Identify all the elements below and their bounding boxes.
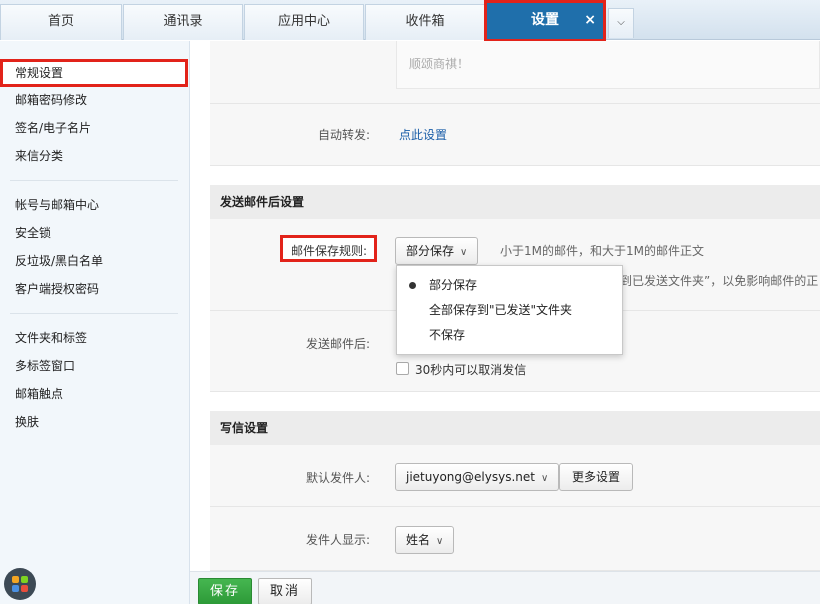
sidebar-item-multi-tab[interactable]: 多标签窗口 bbox=[0, 354, 188, 378]
save-button[interactable]: 保存 bbox=[198, 578, 252, 604]
tab-home[interactable]: 首页 bbox=[0, 4, 122, 40]
sidebar-item-security-lock[interactable]: 安全锁 bbox=[0, 221, 188, 245]
default-sender-select[interactable]: jietuyong@elysys.net ∨ bbox=[395, 463, 560, 491]
auto-forward-label: 自动转发: bbox=[317, 128, 370, 142]
save-rule-label: 邮件保存规则: bbox=[291, 244, 368, 258]
apps-grid-icon[interactable] bbox=[4, 568, 36, 600]
save-rule-value: 部分保存 bbox=[406, 244, 455, 258]
default-sender-value: jietuyong@elysys.net bbox=[406, 470, 535, 484]
save-rule-label-highlight: 邮件保存规则: bbox=[280, 235, 377, 262]
sidebar-item-antispam[interactable]: 反垃圾/黑白名单 bbox=[0, 249, 188, 273]
close-icon[interactable]: × bbox=[584, 2, 596, 38]
dropdown-option-no-save[interactable]: 不保存 bbox=[397, 323, 624, 347]
bottom-action-bar: 保存 取消 bbox=[190, 571, 820, 604]
sidebar-item-general[interactable]: 常规设置 bbox=[0, 59, 188, 87]
tab-label: 应用中心 bbox=[277, 14, 330, 29]
compose-section-title: 写信设置 bbox=[210, 411, 820, 445]
sidebar-item-label: 文件夹和标签 bbox=[15, 331, 88, 345]
sidebar-item-label: 反垃圾/黑白名单 bbox=[15, 254, 104, 268]
chevron-down-icon: ∨ bbox=[436, 536, 444, 547]
more-settings-button[interactable]: 更多设置 bbox=[559, 463, 634, 491]
sidebar-item-skin[interactable]: 换肤 bbox=[0, 410, 188, 434]
default-sender-label: 默认发件人: bbox=[305, 471, 370, 485]
tab-inbox[interactable]: 收件箱 bbox=[365, 4, 485, 40]
sidebar-item-folders-tags[interactable]: 文件夹和标签 bbox=[0, 326, 188, 350]
auto-forward-link[interactable]: 点此设置 bbox=[399, 126, 447, 143]
sidebar-item-label: 邮箱密码修改 bbox=[15, 93, 88, 107]
sidebar-item-account-center[interactable]: 帐号与邮箱中心 bbox=[0, 193, 188, 217]
sidebar-item-label: 安全锁 bbox=[15, 226, 52, 240]
chevron-down-icon: ∨ bbox=[460, 247, 468, 258]
sidebar-item-mail-touch[interactable]: 邮箱触点 bbox=[0, 382, 188, 406]
settings-sidebar: 常规设置 邮箱密码修改 签名/电子名片 来信分类 帐号与邮箱中心 安全锁 反垃圾… bbox=[0, 41, 190, 604]
sidebar-item-client-password[interactable]: 客户端授权密码 bbox=[0, 277, 188, 301]
sidebar-item-label: 多标签窗口 bbox=[15, 359, 76, 373]
tab-label: 设置 bbox=[531, 12, 559, 28]
sidebar-item-label: 邮箱触点 bbox=[15, 387, 64, 401]
top-tab-bar: 首页 通讯录 应用中心 收件箱 设置 × ⌵ bbox=[0, 0, 820, 42]
dropdown-option-save-all[interactable]: 全部保存到"已发送"文件夹 bbox=[397, 298, 624, 322]
signature-preview-box: 顺颂商祺！ bbox=[396, 41, 820, 89]
tab-app-center[interactable]: 应用中心 bbox=[244, 4, 364, 40]
signature-preview-text: 顺颂商祺！ bbox=[409, 57, 470, 71]
chevron-down-icon: ∨ bbox=[540, 473, 549, 484]
sidebar-item-label: 客户端授权密码 bbox=[15, 282, 100, 296]
sender-display-label: 发件人显示: bbox=[305, 533, 370, 547]
sidebar-item-label: 来信分类 bbox=[15, 149, 64, 163]
cancel-button[interactable]: 取消 bbox=[258, 578, 312, 604]
sidebar-divider bbox=[10, 180, 178, 181]
selected-bullet-icon bbox=[409, 282, 416, 289]
undo-send-label: 30秒内可以取消发信 bbox=[415, 363, 527, 377]
tab-contacts[interactable]: 通讯录 bbox=[123, 4, 243, 40]
dropdown-option-label: 全部保存到"已发送"文件夹 bbox=[429, 303, 573, 317]
tab-settings[interactable]: 设置 × bbox=[484, 0, 606, 42]
sidebar-item-label: 换肤 bbox=[15, 415, 40, 429]
save-rule-dropdown: 部分保存 全部保存到"已发送"文件夹 不保存 bbox=[396, 265, 623, 355]
settings-main: 顺颂商祺！ 自动转发: 点此设置 发送邮件后设置 邮件保存规则: 部分保存 ∨ 小… bbox=[210, 41, 820, 571]
tab-label: 收件箱 bbox=[405, 14, 445, 29]
dropdown-option-label: 不保存 bbox=[429, 328, 466, 342]
sidebar-item-password[interactable]: 邮箱密码修改 bbox=[0, 88, 188, 112]
dropdown-option-label: 部分保存 bbox=[429, 278, 478, 292]
undo-send-checkbox[interactable] bbox=[396, 362, 409, 375]
chevron-down-icon[interactable]: ⌵ bbox=[608, 8, 634, 38]
save-rule-hint: 小于1M的邮件，和大于1M的邮件正文 bbox=[500, 244, 704, 258]
tab-label: 通讯录 bbox=[163, 14, 203, 29]
dropdown-option-partial[interactable]: 部分保存 bbox=[397, 273, 624, 297]
sidebar-item-label: 常规设置 bbox=[15, 66, 64, 80]
sidebar-item-mail-rules[interactable]: 来信分类 bbox=[0, 144, 188, 168]
sidebar-divider bbox=[10, 313, 178, 314]
tab-label: 首页 bbox=[47, 14, 74, 29]
sender-display-value: 姓名 bbox=[406, 533, 431, 547]
save-rule-select[interactable]: 部分保存 ∨ bbox=[395, 237, 479, 265]
after-send-section-title: 发送邮件后设置 bbox=[210, 185, 820, 219]
sidebar-item-signature[interactable]: 签名/电子名片 bbox=[0, 116, 188, 140]
save-rule-hint-continued: 到已发送文件夹”，以免影响邮件的正 bbox=[620, 274, 819, 288]
sidebar-item-label: 帐号与邮箱中心 bbox=[15, 198, 100, 212]
after-send-label: 发送邮件后: bbox=[305, 337, 370, 351]
sidebar-item-label: 签名/电子名片 bbox=[15, 121, 92, 135]
sender-display-select[interactable]: 姓名 ∨ bbox=[395, 526, 455, 554]
